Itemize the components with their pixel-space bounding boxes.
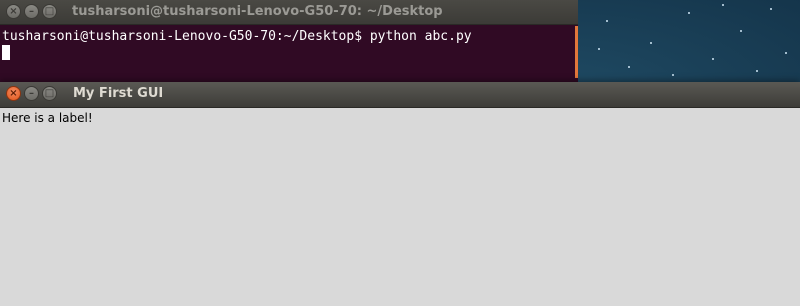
terminal-maximize-button[interactable]: □ [42,4,57,19]
terminal-prompt: tusharsoni@tusharsoni-Lenovo-G50-70:~/De… [2,29,363,44]
terminal-close-button[interactable]: × [6,4,21,19]
terminal-window-controls: × – □ [6,4,57,19]
star [785,52,787,54]
star [756,70,758,72]
maximize-icon: □ [44,5,55,17]
gui-window-controls: × – □ [6,86,57,101]
minimize-icon: – [29,87,34,99]
terminal-minimize-button[interactable]: – [24,4,39,19]
gui-label: Here is a label! [2,111,93,125]
terminal-prompt-line: tusharsoni@tusharsoni-Lenovo-G50-70:~/De… [2,29,472,44]
gui-maximize-button[interactable]: □ [42,86,57,101]
gui-titlebar[interactable]: × – □ My First GUI [0,82,800,108]
close-icon: × [9,5,18,17]
star [650,42,652,44]
star [598,48,600,50]
star [722,4,724,6]
maximize-icon: □ [44,87,55,99]
gui-close-button[interactable]: × [6,86,21,101]
gui-window[interactable]: × – □ My First GUI Here is a label! [0,82,800,306]
star [672,74,674,76]
star [688,12,690,14]
close-icon: × [9,87,18,99]
terminal-cursor [2,45,10,60]
star [628,66,630,68]
gui-minimize-button[interactable]: – [24,86,39,101]
terminal-output[interactable]: tusharsoni@tusharsoni-Lenovo-G50-70:~/De… [0,25,578,84]
terminal-scrollbar[interactable] [575,26,578,78]
star [740,30,742,32]
terminal-titlebar[interactable]: × – □ tusharsoni@tusharsoni-Lenovo-G50-7… [0,0,578,25]
star [712,58,714,60]
gui-title: My First GUI [73,86,164,101]
gui-content: Here is a label! [0,108,800,306]
minimize-icon: – [29,5,34,17]
terminal-title: tusharsoni@tusharsoni-Lenovo-G50-70: ~/D… [72,4,443,19]
terminal-window[interactable]: × – □ tusharsoni@tusharsoni-Lenovo-G50-7… [0,0,578,84]
star [770,8,772,10]
terminal-command: python abc.py [369,29,472,44]
star [606,20,608,22]
